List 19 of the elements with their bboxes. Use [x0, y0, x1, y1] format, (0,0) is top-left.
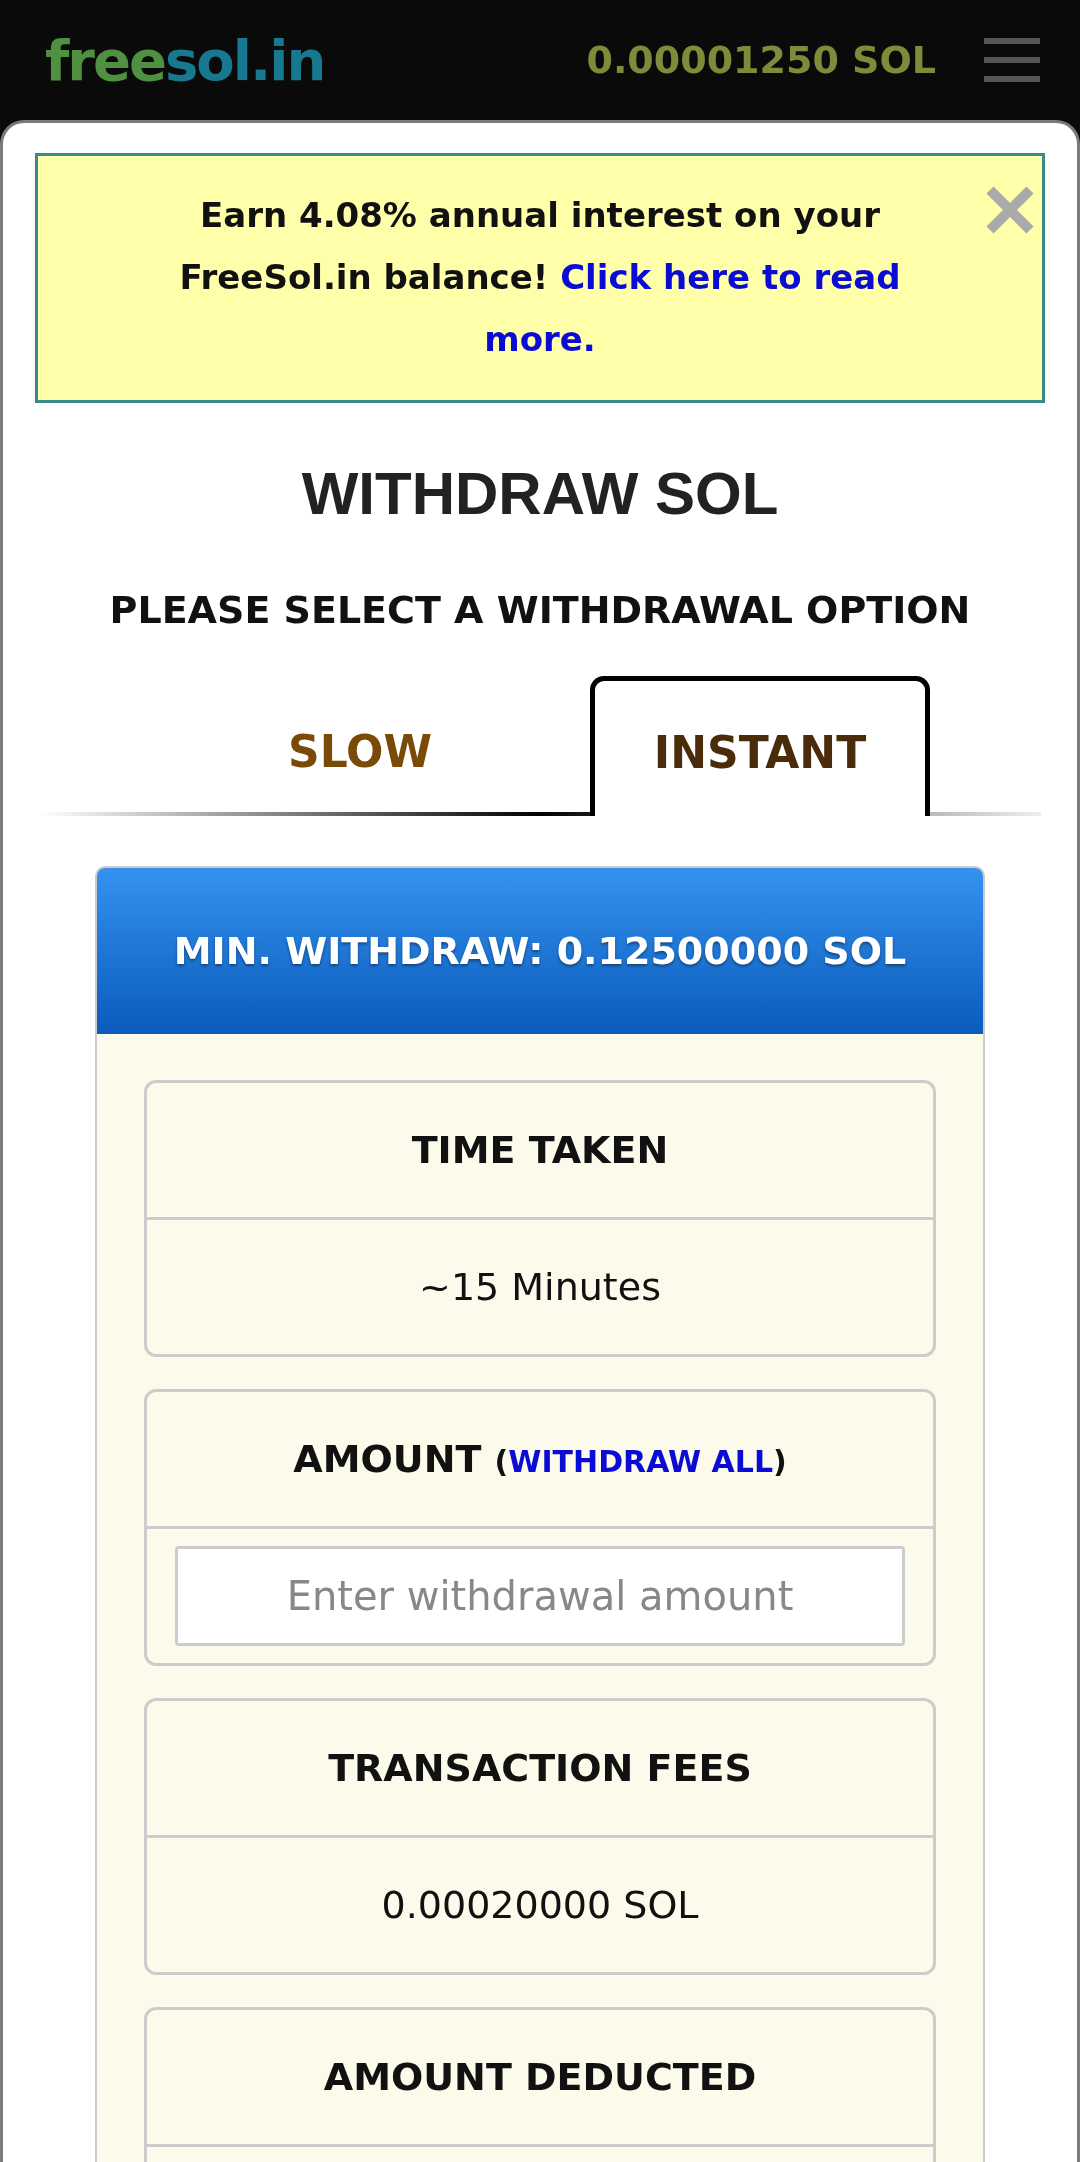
box-heading: TRANSACTION FEES	[327, 1745, 753, 1792]
box-value: ~15 Minutes	[419, 1265, 661, 1309]
balance-text: 0.00001250 SOL	[586, 38, 936, 82]
withdraw-all-link[interactable]: WITHDRAW ALL	[508, 1444, 773, 1479]
box-heading: TIME TAKEN	[410, 1127, 670, 1174]
option-tab[interactable]: INSTANT	[590, 676, 930, 816]
menu-icon[interactable]	[984, 38, 1040, 82]
banner-text: Earn 4.08% annual interest on your FreeSol.in balance! Click here to read more.	[179, 195, 901, 359]
page-title: WITHDRAW SOL	[300, 459, 780, 528]
box-heading: AMOUNT DEDUCTED	[322, 2054, 758, 2101]
box-heading: AMOUNT (WITHDRAW ALL)	[292, 1436, 788, 1483]
site-logo[interactable]: freesol.in	[45, 27, 325, 93]
page-subtitle: PLEASE SELECT A WITHDRAWAL OPTION	[108, 588, 972, 632]
amount-input[interactable]: Enter withdrawal amount	[175, 1546, 905, 1646]
min-withdraw-header: MIN. WITHDRAW: 0.12500000 SOL	[97, 868, 983, 1034]
read-more-link[interactable]: more.	[484, 319, 596, 359]
read-more-link[interactable]: Click here to read	[560, 257, 901, 297]
box-value: 0.00020000 SOL	[381, 1883, 699, 1927]
option-tab[interactable]: SLOW	[190, 686, 530, 816]
